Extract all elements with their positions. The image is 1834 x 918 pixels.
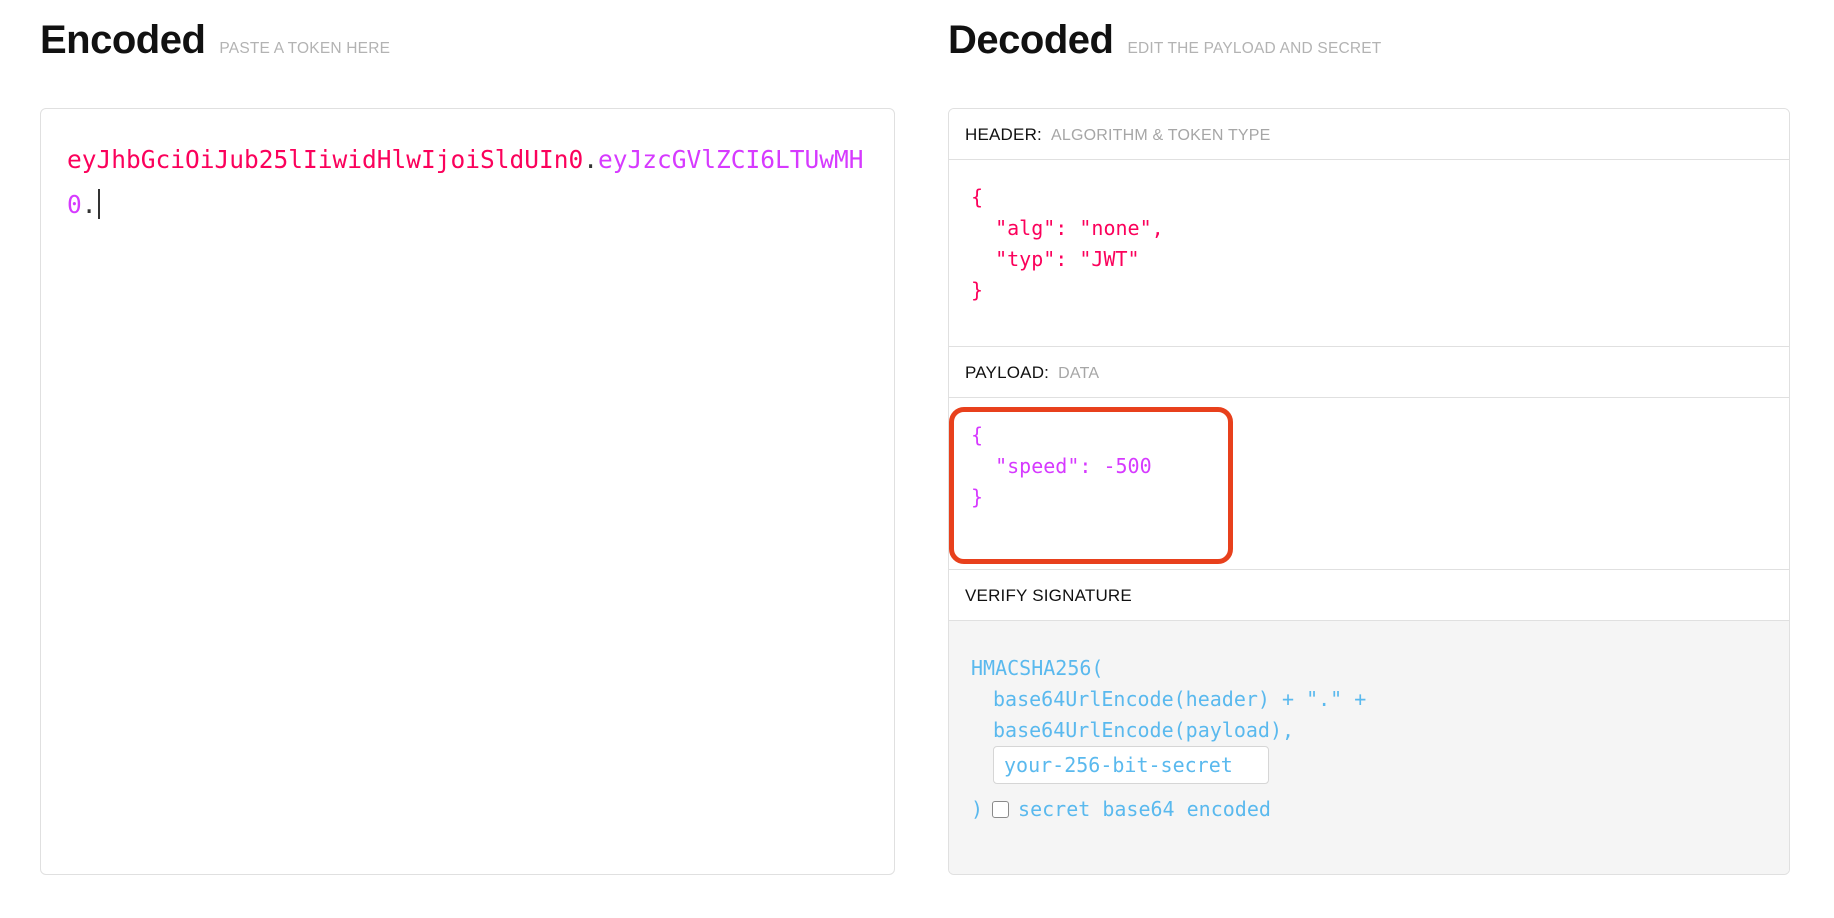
decoded-panel: HEADER: ALGORITHM & TOKEN TYPE { "alg": … xyxy=(948,108,1790,875)
page-title-decoded: Decoded xyxy=(948,18,1114,62)
decoded-subtitle: EDIT THE PAYLOAD AND SECRET xyxy=(1127,40,1382,57)
encoded-subtitle: PASTE A TOKEN HERE xyxy=(219,40,391,57)
signature-section-label: VERIFY SIGNATURE xyxy=(949,570,1789,621)
payload-label-sub: DATA xyxy=(1058,365,1100,382)
token-separator-2: . xyxy=(81,190,97,219)
signature-line-3: base64UrlEncode(payload), xyxy=(993,718,1295,742)
header-json-editor[interactable]: { "alg": "none", "typ": "JWT" } xyxy=(949,160,1789,347)
encoded-token-text[interactable]: eyJhbGciOiJub25lIiwidHlwIjoiSldUIn0.eyJz… xyxy=(67,137,868,227)
encoded-token-input[interactable]: eyJhbGciOiJub25lIiwidHlwIjoiSldUIn0.eyJz… xyxy=(40,108,895,875)
base64-checkbox-label[interactable]: secret base64 encoded xyxy=(1018,797,1271,821)
encoded-header: Encoded PASTE A TOKEN HERE xyxy=(0,0,948,62)
signature-line-1: HMACSHA256( xyxy=(971,656,1104,680)
decoded-header: Decoded EDIT THE PAYLOAD AND SECRET xyxy=(948,0,1834,62)
payload-label-main: PAYLOAD: xyxy=(965,363,1050,382)
jwt-debugger-root: Encoded PASTE A TOKEN HERE eyJhbGciOiJub… xyxy=(0,0,1834,918)
base64-checkbox-row[interactable]: ) secret base64 encoded xyxy=(971,797,1767,821)
token-separator-1: . xyxy=(583,145,599,174)
signature-close-paren: ) xyxy=(971,797,984,821)
base64-encoded-checkbox[interactable] xyxy=(992,800,1010,818)
decoded-column: Decoded EDIT THE PAYLOAD AND SECRET HEAD… xyxy=(948,0,1834,918)
header-section-label: HEADER: ALGORITHM & TOKEN TYPE xyxy=(949,109,1789,160)
header-label-sub: ALGORITHM & TOKEN TYPE xyxy=(1050,127,1271,144)
header-json-content[interactable]: { "alg": "none", "typ": "JWT" } xyxy=(971,182,1767,306)
signature-label-main: VERIFY SIGNATURE xyxy=(965,586,1132,605)
secret-input[interactable] xyxy=(993,746,1269,784)
payload-section-label: PAYLOAD: DATA xyxy=(949,347,1789,398)
signature-editor: HMACSHA256( base64UrlEncode(header) + ".… xyxy=(949,621,1789,874)
signature-line-2: base64UrlEncode(header) + "." + xyxy=(993,687,1367,711)
payload-json-content[interactable]: { "speed": -500 } xyxy=(971,420,1767,513)
header-label-main: HEADER: xyxy=(965,125,1042,144)
payload-json-editor[interactable]: { "speed": -500 } xyxy=(949,398,1789,570)
encoded-column: Encoded PASTE A TOKEN HERE eyJhbGciOiJub… xyxy=(0,0,948,918)
token-header-segment: eyJhbGciOiJub25lIiwidHlwIjoiSldUIn0 xyxy=(67,145,584,174)
page-title-encoded: Encoded xyxy=(40,18,206,62)
text-cursor xyxy=(97,189,100,219)
